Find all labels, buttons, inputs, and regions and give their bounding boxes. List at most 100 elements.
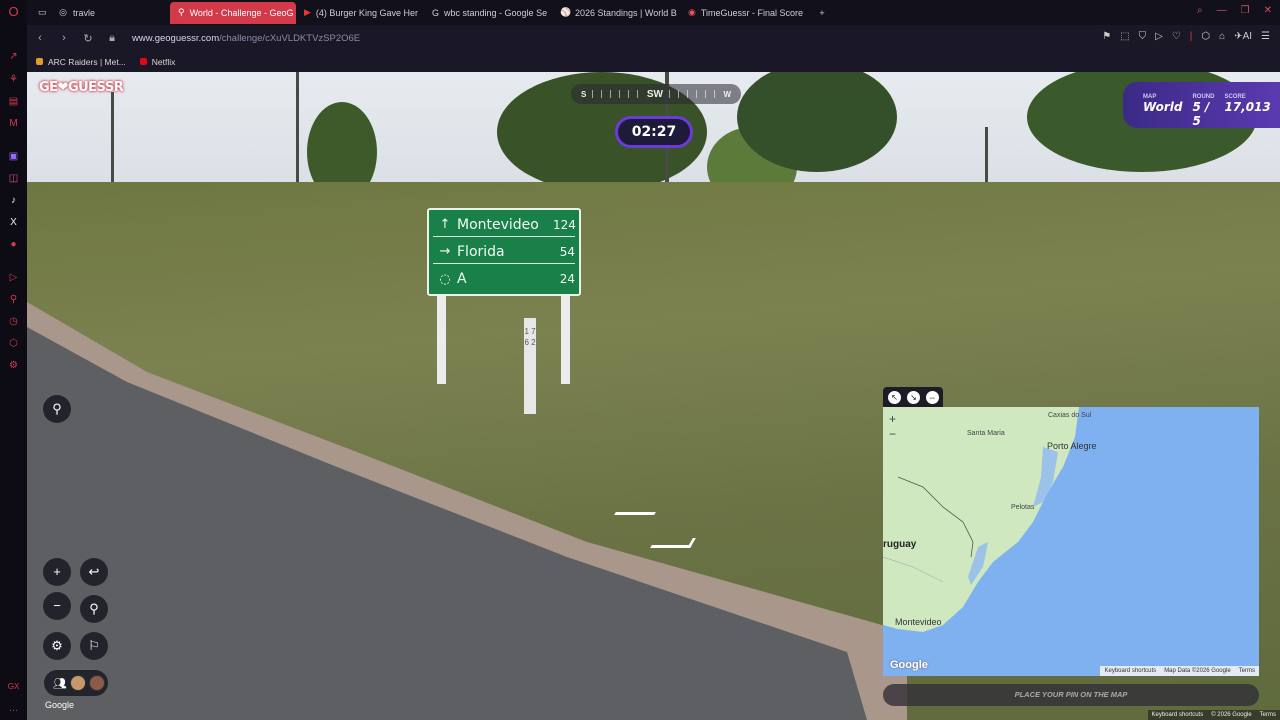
map-label-montevideo: Montevideo — [895, 617, 942, 627]
extensions-icon[interactable]: ⬡ — [1201, 31, 1210, 42]
reload-icon[interactable]: ↻ — [82, 32, 94, 45]
copyright-label: © 2026 Google — [1211, 712, 1252, 718]
tab-youtube[interactable]: ▶ (4) Burger King Gave Her — [296, 2, 424, 24]
play-icon[interactable]: ▷ — [1155, 31, 1163, 42]
m-app-icon[interactable]: M — [7, 117, 20, 130]
x-icon[interactable]: X — [7, 216, 20, 229]
more-icon[interactable]: … — [7, 702, 20, 715]
return-to-start-button[interactable]: ⚲ — [43, 395, 71, 423]
keyboard-shortcuts-link[interactable]: Keyboard shortcuts — [1152, 710, 1204, 720]
game-status-panel: MAP World ROUND 5 / 5 SCORE 17,013 — [1123, 82, 1280, 128]
search-icon[interactable]: ⌕ — [1197, 5, 1203, 16]
terms-link[interactable]: Terms — [1260, 710, 1276, 720]
history-icon[interactable]: ◷ — [7, 315, 20, 328]
url-field[interactable]: www.geoguessr.com/challenge/cXuVLDKTVzSP… — [132, 33, 360, 44]
pin-map-icon[interactable]: ⇔ — [926, 390, 939, 404]
browser-sidebar: O ↗ ⚘ ▤ M ▣ ◫ ♪ X ● ▷ ⚲ ◷ ⬡ ⚙ GX … — [0, 0, 27, 720]
zoom-in-button[interactable]: + — [43, 558, 71, 586]
place-pin-button[interactable]: PLACE YOUR PIN ON THE MAP — [883, 684, 1259, 706]
settings-button[interactable]: ⚙ — [43, 632, 71, 660]
zoom-out-button[interactable]: − — [43, 592, 71, 620]
new-tab-button[interactable]: + — [810, 2, 834, 24]
map-label-caxias: Caxias do Sul — [1048, 412, 1092, 419]
map-zoom-out-button[interactable]: − — [889, 427, 896, 441]
undo-move-button[interactable]: ↩ — [80, 558, 108, 586]
compass-ticks — [668, 90, 718, 98]
bookmark-netflix[interactable]: Netflix — [139, 57, 175, 67]
round-timer: 02:27 — [615, 116, 693, 148]
tab-overview-icon[interactable]: ▭ — [30, 2, 50, 24]
divider: | — [1189, 31, 1193, 42]
flag-button[interactable]: ⚐ — [80, 632, 108, 660]
tiktok-icon[interactable]: ♪ — [7, 194, 20, 207]
bookmark-icon[interactable]: ⚑ — [1102, 31, 1111, 42]
map-terms-link[interactable]: Terms — [1239, 666, 1255, 676]
opera-logo-icon[interactable]: O — [7, 5, 20, 18]
bookmark-arc-raiders[interactable]: ARC Raiders | Met... — [36, 57, 126, 67]
route-shield-icon: ◌ — [439, 271, 451, 287]
heart-icon[interactable]: ♡ — [1172, 31, 1181, 42]
compass: S SW W — [571, 84, 741, 104]
sign-row: → Florida 54 — [433, 240, 575, 264]
arc-raiders-icon — [36, 58, 43, 65]
move-forward-arrow[interactable] — [610, 512, 656, 522]
minus-icon: − — [53, 598, 61, 613]
avatar — [88, 675, 105, 691]
map-label-santa-maria: Santa Maria — [967, 430, 1005, 437]
player-icon[interactable]: ▷ — [7, 271, 20, 284]
media-icon[interactable]: ● — [7, 238, 20, 251]
browser-window: ▭ ◎ travle ⚲ World - Challenge - GeoG ▶ (4)… — [0, 0, 1280, 720]
speed-dial-icon[interactable]: ↗ — [7, 50, 20, 63]
shrink-map-icon[interactable]: ↘ — [907, 390, 920, 404]
sign-post — [437, 296, 446, 384]
address-bar: ‹ › ↻ 🔒︎ www.geoguessr.com/challenge/cXu… — [0, 25, 1280, 51]
tab-timeguessr[interactable]: ◉ TimeGuessr - Final Score — [680, 2, 810, 24]
undo-arrow-icon: ↩ — [88, 564, 100, 579]
minimize-icon[interactable]: — — [1217, 5, 1227, 16]
arcade-icon[interactable]: ⚘ — [7, 73, 20, 86]
location-pin-icon: ⚲ — [52, 401, 62, 416]
geoguessr-logo[interactable]: GE❤GUESSR — [39, 80, 124, 95]
back-icon[interactable]: ‹ — [34, 32, 46, 44]
settings-sidebar-icon[interactable]: ⚙ — [7, 359, 20, 372]
google-icon: G — [432, 7, 440, 18]
players-button[interactable]: 👥︎ — [44, 670, 108, 696]
map-label-porto-alegre: Porto Alegre — [1047, 441, 1097, 451]
shield-icon[interactable]: ⛉ — [1139, 31, 1147, 42]
instagram-icon[interactable]: ◫ — [7, 172, 20, 185]
people-icon: 👥︎ — [53, 677, 67, 690]
close-icon[interactable]: ✕ — [1264, 5, 1272, 16]
guess-map[interactable]: Caxias do Sul Santa Maria Porto Alegre P… — [883, 407, 1259, 676]
checkpoint-button[interactable]: ⚲ — [80, 595, 108, 623]
enlarge-map-icon[interactable]: ↖ — [888, 390, 901, 404]
pin-icon: ⚲ — [89, 601, 99, 616]
road-sign: ↑ Montevideo 124 → Florida 54 ◌ A 24 — [427, 208, 581, 296]
timeguessr-icon: ◉ — [688, 7, 696, 17]
tab-standings[interactable]: ⚾ 2026 Standings | World B — [552, 2, 680, 24]
gx-icon[interactable]: GX — [7, 680, 20, 693]
twitch-icon[interactable]: ▣ — [7, 150, 20, 163]
tab-bar: ▭ ◎ travle ⚲ World - Challenge - GeoG ▶ (4)… — [0, 0, 1280, 25]
extensions-sidebar-icon[interactable]: ⬡ — [7, 337, 20, 350]
forward-icon[interactable]: › — [58, 32, 70, 44]
street-view-panorama[interactable]: ↑ Montevideo 124 → Florida 54 ◌ A 24 1 7 6 2 G… — [27, 72, 1280, 720]
ai-button[interactable]: ✈AI — [1234, 31, 1252, 42]
plus-icon: + — [53, 564, 61, 579]
sign-post — [561, 296, 570, 384]
maximize-icon[interactable]: ❐ — [1241, 5, 1250, 16]
profile-icon[interactable]: ⌂ — [1219, 31, 1225, 42]
news-icon[interactable]: ▤ — [7, 95, 20, 108]
tabs-overview-icon: ▭ — [38, 7, 47, 17]
snapshot-icon[interactable]: ⬚ — [1120, 31, 1129, 42]
pin-icon[interactable]: ⚲ — [7, 293, 20, 306]
tab-geoguessr[interactable]: ⚲ World - Challenge - GeoG — [170, 1, 296, 24]
menu-icon[interactable]: ☰ — [1261, 31, 1270, 42]
tab-travle[interactable]: ◎ travle — [50, 2, 170, 24]
move-backward-arrow[interactable] — [650, 538, 696, 548]
map-google-logo: Google — [890, 659, 928, 671]
round-stat: ROUND 5 / 5 — [1192, 94, 1215, 128]
map-keyboard-shortcuts-link[interactable]: Keyboard shortcuts — [1104, 666, 1156, 676]
map-zoom-in-button[interactable]: + — [889, 412, 896, 426]
tab-google-search[interactable]: Gwbc standing - Google Se — [424, 2, 552, 24]
map-attribution: Keyboard shortcuts Map Data ©2026 Google… — [1100, 666, 1259, 676]
